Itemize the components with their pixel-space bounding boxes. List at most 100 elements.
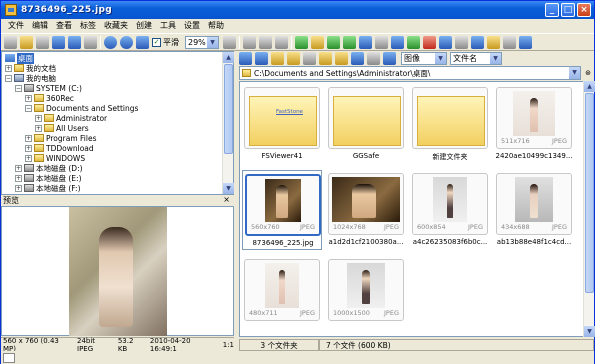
filter-icon[interactable]	[367, 52, 380, 65]
tree-item-administrator[interactable]: + Administrator	[35, 113, 107, 123]
copy-icon[interactable]	[351, 52, 364, 65]
compare-icon[interactable]	[455, 35, 468, 49]
menu-view[interactable]: 查看	[52, 19, 76, 33]
menu-create[interactable]: 创建	[132, 19, 156, 33]
next-image-icon[interactable]	[259, 35, 272, 49]
tree-item-drive-e[interactable]: + 本地磁盘 (E:)	[15, 173, 82, 183]
print-sheet-icon[interactable]	[487, 35, 500, 49]
tree-item-my-documents[interactable]: + 我的文档	[5, 63, 56, 73]
thumbnail-item-selected[interactable]: 560x760 JPEG 8736496_225.jpg	[242, 170, 322, 250]
menu-help[interactable]: 帮助	[204, 19, 228, 33]
menu-file[interactable]: 文件	[4, 19, 28, 33]
expand-icon[interactable]: +	[15, 184, 22, 192]
tree-item-documents-and-settings[interactable]: − Documents and Settings	[25, 103, 138, 113]
view-icon[interactable]	[383, 52, 396, 65]
tree-item-desktop[interactable]: 桌面	[5, 52, 34, 64]
thumbnail-item[interactable]: 511x716 JPEG 2420ae10499c1349...	[494, 84, 574, 164]
rotate-left-icon[interactable]	[327, 35, 340, 49]
chevron-down-icon[interactable]: ▼	[569, 67, 580, 79]
menu-settings[interactable]: 设置	[180, 19, 204, 33]
refresh-icon[interactable]	[303, 52, 316, 65]
minimize-button[interactable]: _	[545, 3, 559, 17]
delete-icon[interactable]	[423, 35, 436, 49]
expand-icon[interactable]: +	[25, 144, 32, 152]
tree-item-program-files[interactable]: + Program Files	[25, 133, 97, 143]
tree-item-all-users[interactable]: + All Users	[35, 123, 89, 133]
download-icon[interactable]	[295, 35, 308, 49]
scroll-thumb[interactable]	[224, 64, 233, 154]
address-menu-icon[interactable]: ⊛	[583, 67, 593, 79]
tree-item-my-computer[interactable]: − 我的电脑	[5, 73, 56, 83]
move-to-icon[interactable]	[407, 35, 420, 49]
expand-icon[interactable]: +	[15, 174, 22, 182]
zoom-in-icon[interactable]	[104, 35, 117, 49]
parent-folder-icon[interactable]	[271, 52, 284, 65]
fullscreen-icon[interactable]	[275, 35, 288, 49]
slideshow-icon[interactable]	[439, 35, 452, 49]
copy-to-icon[interactable]	[391, 35, 404, 49]
thumbnail-item[interactable]: FastStone FSViewer41	[242, 84, 322, 164]
collapse-icon[interactable]: −	[15, 84, 22, 92]
fit-window-icon[interactable]	[136, 35, 149, 49]
expand-icon[interactable]: +	[15, 164, 22, 172]
open-folder-icon[interactable]	[20, 35, 33, 49]
tree-item-windows[interactable]: + WINDOWS	[25, 153, 85, 163]
grid-scrollbar[interactable]: ▲ ▼	[583, 81, 595, 337]
expand-icon[interactable]: +	[5, 64, 12, 72]
sort-select[interactable]: 文件名 ▼	[450, 52, 502, 65]
zoom-select[interactable]: 29% ▼	[185, 35, 219, 49]
menu-edit[interactable]: 编辑	[28, 19, 52, 33]
expand-icon[interactable]: +	[25, 154, 32, 162]
new-folder-icon[interactable]	[287, 52, 300, 65]
thumbnail-item[interactable]: 600x854 JPEG a4c26235083f6b0c...	[410, 170, 490, 250]
folder-icon[interactable]	[335, 52, 348, 65]
scroll-down-icon[interactable]: ▼	[584, 326, 595, 337]
prev-image-icon[interactable]	[243, 35, 256, 49]
menu-tags[interactable]: 标签	[76, 19, 100, 33]
scroll-up-icon[interactable]: ▲	[223, 52, 234, 63]
thumbnail-item[interactable]: GGSafe	[326, 84, 406, 164]
preview-close-button[interactable]: ×	[223, 195, 230, 204]
close-button[interactable]: ×	[577, 3, 591, 17]
view-mode-select[interactable]: 图像 ▼	[401, 52, 447, 65]
collapse-icon[interactable]: −	[25, 104, 32, 112]
address-bar[interactable]: C:\Documents and Settings\Administrator\…	[239, 66, 581, 80]
menu-favorites[interactable]: 收藏夹	[100, 19, 132, 33]
thumbnail-item[interactable]: 434x688 JPEG ab13b88e48f1c4cd...	[494, 170, 574, 250]
thumbnail-item[interactable]: 1024x768 JPEG a1d2d1cf2100380a...	[326, 170, 406, 250]
save-icon[interactable]	[52, 35, 65, 49]
tree-item-drive-f[interactable]: + 本地磁盘 (F:)	[15, 183, 81, 193]
smooth-checkbox[interactable]: ✓ 平滑	[152, 37, 179, 48]
scroll-down-icon[interactable]: ▼	[223, 183, 234, 194]
zoom-out-icon[interactable]	[120, 35, 133, 49]
forward-icon[interactable]	[255, 52, 268, 65]
panel-toggle-icon[interactable]	[3, 352, 15, 363]
expand-icon[interactable]: +	[25, 134, 32, 142]
resize-icon[interactable]	[359, 35, 372, 49]
thumbnail-item[interactable]: 1000x1500 JPEG	[326, 256, 406, 336]
acquire-icon[interactable]	[36, 35, 49, 49]
hand-tool-icon[interactable]	[223, 35, 236, 49]
favorites-icon[interactable]	[319, 52, 332, 65]
expand-icon[interactable]: +	[25, 94, 32, 102]
zoom-ratio[interactable]: 1:1	[223, 341, 234, 349]
scroll-thumb[interactable]	[585, 93, 594, 293]
tree-item-360rec[interactable]: +360Rec	[25, 93, 74, 103]
crop-icon[interactable]	[375, 35, 388, 49]
thumbnail-item[interactable]: 480x711 JPEG	[242, 256, 322, 336]
expand-icon[interactable]: +	[35, 114, 42, 122]
tree-item-system-c[interactable]: − SYSTEM (C:)	[15, 83, 82, 93]
tree-item-drive-d[interactable]: + 本地磁盘 (D:)	[15, 163, 83, 173]
scroll-up-icon[interactable]: ▲	[584, 81, 595, 92]
camera-icon[interactable]	[4, 35, 17, 49]
back-icon[interactable]	[239, 52, 252, 65]
save-as-icon[interactable]	[68, 35, 81, 49]
email-icon[interactable]	[471, 35, 484, 49]
help-icon[interactable]	[519, 35, 532, 49]
thumbnail-item[interactable]: 新建文件夹	[410, 84, 490, 164]
menu-tools[interactable]: 工具	[156, 19, 180, 33]
maximize-button[interactable]: □	[561, 3, 575, 17]
tree-scrollbar[interactable]: ▲ ▼	[222, 52, 234, 194]
tree-item-tddownload[interactable]: + TDDownload	[25, 143, 94, 153]
expand-icon[interactable]: +	[35, 124, 42, 132]
